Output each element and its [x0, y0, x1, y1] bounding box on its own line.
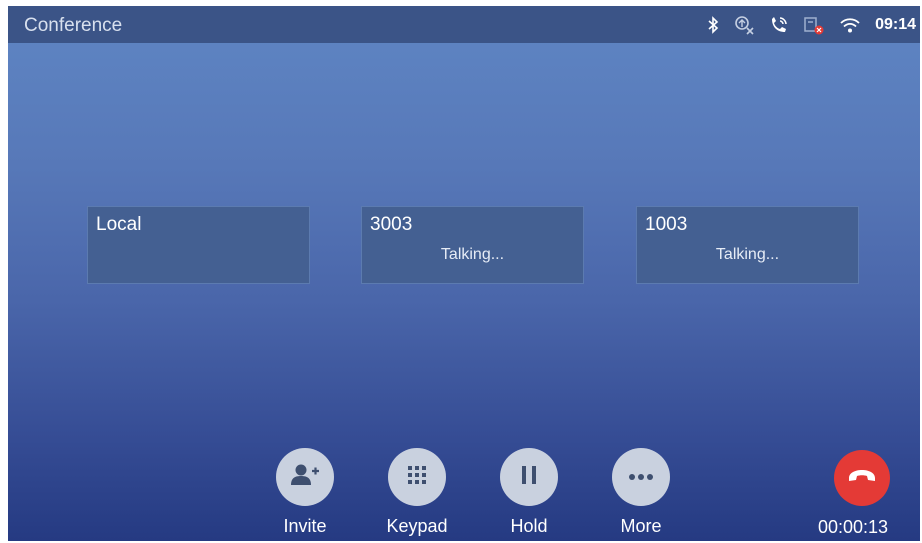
- participant-status: Talking...: [440, 246, 505, 263]
- status-bar: Conference 09:14: [8, 6, 920, 43]
- hold-circle[interactable]: [500, 448, 558, 506]
- participant-name: Local: [96, 214, 142, 235]
- add-person-icon: [290, 463, 320, 492]
- usb-error-icon: [803, 15, 825, 35]
- participant-status: Talking...: [715, 246, 780, 263]
- hold-label: Hold: [510, 516, 548, 536]
- more-label: More: [620, 516, 662, 536]
- hang-up-icon: [847, 469, 877, 488]
- more-dots-icon: [628, 468, 654, 486]
- clock: 09:14: [875, 15, 916, 33]
- page-title: Conference: [24, 15, 123, 36]
- invite-label: Invite: [283, 516, 327, 536]
- hold-button[interactable]: Hold: [474, 448, 584, 537]
- call-screen: Conference 09:14 Local 3003 Talking... 1…: [8, 6, 920, 541]
- wifi-icon: [839, 16, 861, 34]
- more-circle[interactable]: [612, 448, 670, 506]
- bluetooth-icon: [707, 15, 719, 34]
- call-forward-icon: [769, 15, 789, 35]
- participant-1003[interactable]: 1003 Talking...: [636, 206, 859, 284]
- participant-local[interactable]: Local: [87, 206, 310, 284]
- participant-name: 1003: [645, 214, 688, 235]
- call-duration: 00:00:13: [818, 517, 889, 537]
- keypad-label: Keypad: [386, 516, 448, 536]
- invite-circle[interactable]: [276, 448, 334, 506]
- keypad-button[interactable]: Keypad: [362, 448, 472, 537]
- keypad-icon: [407, 465, 427, 490]
- participant-name: 3003: [370, 214, 413, 235]
- more-button[interactable]: More: [586, 448, 696, 537]
- network-disconnected-icon: [733, 15, 755, 35]
- status-icons: 09:14: [707, 6, 916, 43]
- participant-3003[interactable]: 3003 Talking...: [361, 206, 584, 284]
- end-call-button[interactable]: [834, 450, 890, 506]
- invite-button[interactable]: Invite: [250, 448, 360, 537]
- keypad-circle[interactable]: [388, 448, 446, 506]
- pause-icon: [520, 465, 538, 490]
